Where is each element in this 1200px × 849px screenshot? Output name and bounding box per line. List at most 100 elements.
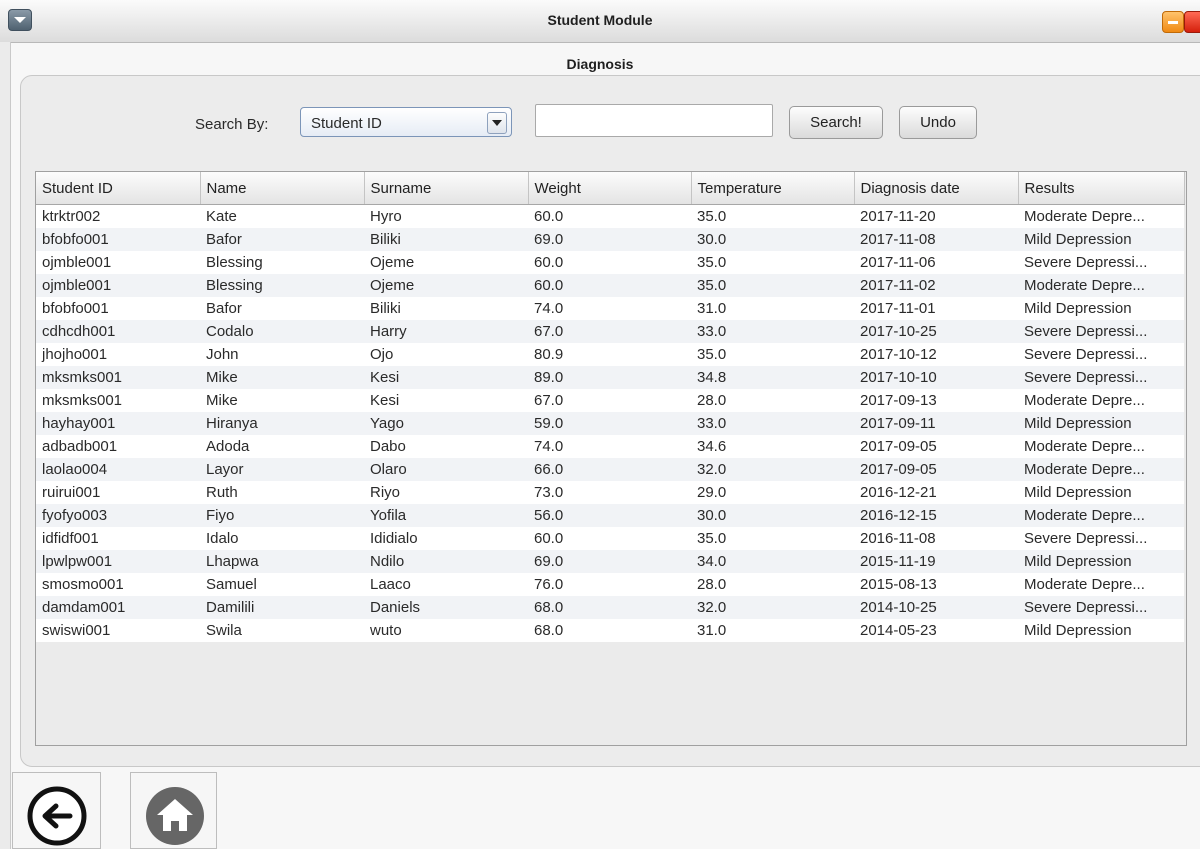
table-cell: Mild Depression — [1018, 412, 1184, 435]
close-button[interactable] — [1184, 11, 1200, 33]
table-cell: Ojeme — [364, 274, 528, 297]
table-cell: 2015-11-19 — [854, 550, 1018, 573]
table-row[interactable]: jhojho001 John Ojo 80.9 35.0 2017-10-12 Severe… — [36, 343, 1184, 366]
table-row[interactable]: fyofyo003 Fiyo Yofila 56.0 30.0 2016-12-15 Mod… — [36, 504, 1184, 527]
table-cell: Mike — [200, 389, 364, 412]
table-cell: Damilili — [200, 596, 364, 619]
table-cell: Moderate Depre... — [1018, 573, 1184, 596]
table-cell: Hyro — [364, 204, 528, 228]
table-row[interactable]: mksmks001 Mike Kesi 89.0 34.8 2017-10-10 Sever… — [36, 366, 1184, 389]
table-cell: 67.0 — [528, 320, 691, 343]
table-row[interactable]: swiswi001 Swila wuto 68.0 31.0 2014-05-23 Mild… — [36, 619, 1184, 642]
table-row[interactable]: lpwlpw001 Lhapwa Ndilo 69.0 34.0 2015-11-19 Mi… — [36, 550, 1184, 573]
table-cell: 74.0 — [528, 297, 691, 320]
table-cell: 34.0 — [691, 550, 854, 573]
table-cell: 29.0 — [691, 481, 854, 504]
column-header[interactable]: Weight — [528, 172, 692, 205]
table-cell: Moderate Depre... — [1018, 389, 1184, 412]
table-row[interactable]: bfobfo001 Bafor Biliki 69.0 30.0 2017-11-08 Mi… — [36, 228, 1184, 251]
search-by-label: Search By: — [195, 116, 269, 133]
table-cell: Ididialo — [364, 527, 528, 550]
table-cell: Lhapwa — [200, 550, 364, 573]
table-cell: 35.0 — [691, 527, 854, 550]
table-cell: Moderate Depre... — [1018, 204, 1184, 228]
table-cell: Samuel — [200, 573, 364, 596]
table-row[interactable]: laolao004 Layor Olaro 66.0 32.0 2017-09-05 Mod… — [36, 458, 1184, 481]
column-header[interactable]: Results — [1018, 172, 1185, 205]
table-cell: 28.0 — [691, 573, 854, 596]
table-cell: 74.0 — [528, 435, 691, 458]
table-cell: 35.0 — [691, 251, 854, 274]
table-cell: 60.0 — [528, 251, 691, 274]
table-cell: 33.0 — [691, 320, 854, 343]
search-by-dropdown[interactable]: Student ID — [300, 107, 512, 137]
table-cell: 35.0 — [691, 204, 854, 228]
table-row[interactable]: adbadb001 Adoda Dabo 74.0 34.6 2017-09-05 Mode… — [36, 435, 1184, 458]
table-cell: Moderate Depre... — [1018, 274, 1184, 297]
table-cell: 2017-10-25 — [854, 320, 1018, 343]
home-icon — [146, 787, 204, 845]
table-cell: hayhay001 — [36, 412, 200, 435]
table-cell: Fiyo — [200, 504, 364, 527]
table-cell: 60.0 — [528, 527, 691, 550]
table-cell: damdam001 — [36, 596, 200, 619]
table-cell: jhojho001 — [36, 343, 200, 366]
table-row[interactable]: idfidf001 Idalo Ididialo 60.0 35.0 2016-11-08… — [36, 527, 1184, 550]
table-row[interactable]: mksmks001 Mike Kesi 67.0 28.0 2017-09-13 Moder… — [36, 389, 1184, 412]
table-cell: Mild Depression — [1018, 297, 1184, 320]
table-row[interactable]: ojmble001 Blessing Ojeme 60.0 35.0 2017-11-06… — [36, 251, 1184, 274]
table-cell: 2017-09-13 — [854, 389, 1018, 412]
table-cell: Moderate Depre... — [1018, 458, 1184, 481]
table-cell: idfidf001 — [36, 527, 200, 550]
table-row[interactable]: ktrktr002 Kate Hyro 60.0 35.0 2017-11-20 Moder… — [36, 204, 1184, 228]
table-cell: 2017-11-02 — [854, 274, 1018, 297]
column-header[interactable]: Surname — [364, 172, 529, 205]
table-cell: 56.0 — [528, 504, 691, 527]
chevron-down-icon[interactable] — [487, 112, 507, 134]
search-button[interactable]: Search! — [789, 106, 883, 139]
table-cell: Severe Depressi... — [1018, 596, 1184, 619]
undo-button[interactable]: Undo — [899, 106, 977, 139]
table-cell: ojmble001 — [36, 274, 200, 297]
table-cell: Moderate Depre... — [1018, 435, 1184, 458]
table-cell: Codalo — [200, 320, 364, 343]
back-button[interactable] — [12, 772, 101, 849]
table-cell: 32.0 — [691, 596, 854, 619]
table-cell: 73.0 — [528, 481, 691, 504]
column-header[interactable]: Diagnosis date — [854, 172, 1019, 205]
table-cell: Harry — [364, 320, 528, 343]
search-input[interactable] — [535, 104, 773, 137]
diagnosis-table[interactable]: Student ID Name Surname Weight Temperature Di… — [35, 171, 1187, 746]
table-cell: 2017-11-08 — [854, 228, 1018, 251]
table-cell: 30.0 — [691, 228, 854, 251]
table-cell: Severe Depressi... — [1018, 527, 1184, 550]
table-cell: Yofila — [364, 504, 528, 527]
column-header[interactable]: Name — [200, 172, 365, 205]
table-cell: Blessing — [200, 251, 364, 274]
table-row[interactable]: damdam001 Damilili Daniels 68.0 32.0 2014-10-… — [36, 596, 1184, 619]
back-arrow-icon — [27, 786, 87, 846]
table-cell: 34.8 — [691, 366, 854, 389]
table-cell: 2016-12-21 — [854, 481, 1018, 504]
home-button[interactable] — [130, 772, 217, 849]
table-header-row: Student ID Name Surname Weight Temperature Di… — [36, 172, 1185, 205]
table-cell: Mild Depression — [1018, 550, 1184, 573]
table-cell: 2017-09-05 — [854, 458, 1018, 481]
table-cell: 31.0 — [691, 297, 854, 320]
table-row[interactable]: smosmo001 Samuel Laaco 76.0 28.0 2015-08-13 Mo… — [36, 573, 1184, 596]
table-row[interactable]: ruirui001 Ruth Riyo 73.0 29.0 2016-12-21 Mild … — [36, 481, 1184, 504]
table-row[interactable]: ojmble001 Blessing Ojeme 60.0 35.0 2017-11-02… — [36, 274, 1184, 297]
column-header[interactable]: Student ID — [36, 172, 201, 205]
table-cell: 32.0 — [691, 458, 854, 481]
table-row[interactable]: bfobfo001 Bafor Biliki 74.0 31.0 2017-11-01 Mi… — [36, 297, 1184, 320]
table-row[interactable]: hayhay001 Hiranya Yago 59.0 33.0 2017-09-11 Mi… — [36, 412, 1184, 435]
table-cell: Dabo — [364, 435, 528, 458]
column-header[interactable]: Temperature — [691, 172, 855, 205]
minimize-button[interactable] — [1162, 11, 1184, 33]
table-row[interactable]: cdhcdh001 Codalo Harry 67.0 33.0 2017-10-25 Se… — [36, 320, 1184, 343]
table-cell: Severe Depressi... — [1018, 343, 1184, 366]
search-by-selected-value: Student ID — [311, 115, 382, 132]
table-cell: fyofyo003 — [36, 504, 200, 527]
table-cell: 31.0 — [691, 619, 854, 642]
title-bar: Student Module — [0, 0, 1200, 43]
